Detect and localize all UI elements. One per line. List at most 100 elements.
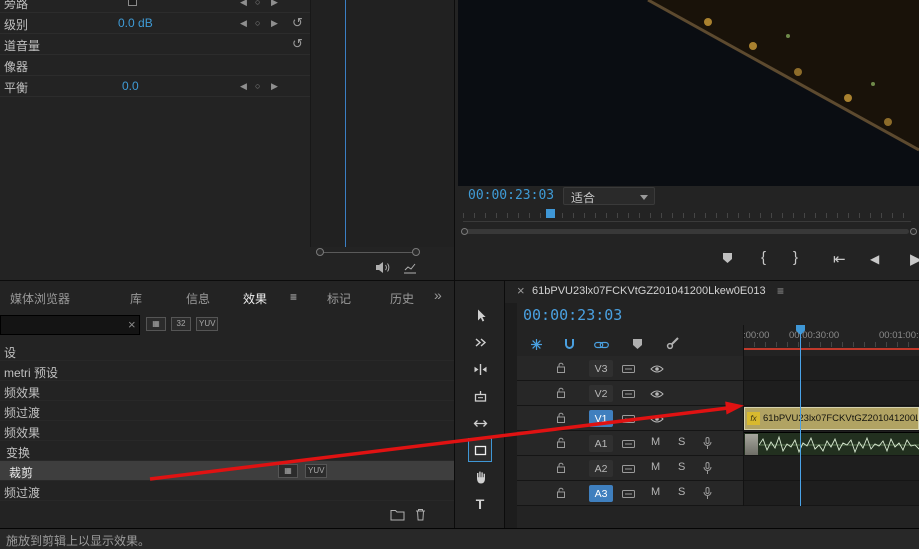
next-keyframe-icon[interactable]: ▶: [271, 18, 278, 29]
yuv-effects-badge[interactable]: YUV: [196, 317, 218, 331]
sync-lock-icon[interactable]: [622, 489, 635, 499]
monitor-playhead[interactable]: [546, 209, 555, 218]
toggle-track-output-eye-icon[interactable]: [650, 414, 664, 424]
track-select-forward-tool-icon[interactable]: [468, 330, 492, 354]
voiceover-mic-icon[interactable]: [703, 487, 712, 500]
tab-history[interactable]: 历史: [390, 290, 414, 307]
lock-icon[interactable]: [556, 412, 566, 424]
reset-param-icon[interactable]: ↺: [292, 15, 303, 31]
sync-lock-icon[interactable]: [622, 364, 635, 374]
voiceover-mic-icon[interactable]: [703, 462, 712, 475]
audio-clip-a1[interactable]: [744, 432, 919, 455]
rectangle-tool-icon[interactable]: [468, 438, 492, 462]
mark-out-icon[interactable]: }: [793, 249, 798, 266]
add-keyframe-icon[interactable]: ○: [255, 18, 260, 28]
tab-effects[interactable]: 效果: [243, 290, 267, 307]
timeline-menu-icon[interactable]: ≡: [777, 284, 784, 298]
monitor-scroll-handle-right[interactable]: [910, 228, 917, 235]
tab-info[interactable]: 信息: [186, 290, 210, 307]
monitor-ruler[interactable]: [463, 213, 911, 218]
track-target-a2[interactable]: A2: [589, 460, 613, 477]
solo-button[interactable]: S: [678, 436, 685, 448]
timeline-settings-wrench-icon[interactable]: [665, 336, 679, 350]
close-sequence-icon[interactable]: ×: [517, 283, 525, 298]
next-keyframe-icon[interactable]: ▶: [271, 81, 278, 92]
new-custom-bin-icon[interactable]: [389, 508, 405, 522]
mute-button[interactable]: M: [651, 461, 660, 473]
hand-tool-icon[interactable]: [468, 465, 492, 489]
effects-item-transform[interactable]: 变换: [0, 441, 455, 461]
linked-selection-icon[interactable]: [593, 339, 609, 350]
lock-icon[interactable]: [556, 387, 566, 399]
accelerated-effects-badge[interactable]: ▦: [146, 317, 166, 331]
ec-zoom-handle-left[interactable]: [316, 248, 324, 256]
type-tool-icon[interactable]: T: [468, 492, 492, 516]
solo-button[interactable]: S: [678, 486, 685, 498]
track-target-v2[interactable]: V2: [589, 385, 613, 402]
effects-item-lumetri-presets[interactable]: metri 预设: [0, 361, 455, 381]
reset-param-icon[interactable]: ↺: [292, 36, 303, 52]
level-value[interactable]: 0.0 dB: [118, 16, 153, 30]
voiceover-mic-icon[interactable]: [703, 437, 712, 450]
effects-item-crop[interactable]: 裁剪 ▦ YUV: [0, 461, 455, 481]
lock-icon[interactable]: [556, 462, 566, 474]
timeline-timecode[interactable]: 00:00:23:03: [523, 306, 622, 324]
slip-tool-icon[interactable]: [468, 411, 492, 435]
lane-a3[interactable]: [743, 481, 919, 506]
ec-zoom-handle-right[interactable]: [412, 248, 420, 256]
effects-item-audio-transitions[interactable]: 频过渡: [0, 401, 455, 421]
add-marker-icon[interactable]: [721, 251, 734, 264]
toggle-track-output-eye-icon[interactable]: [650, 364, 664, 374]
zoom-select[interactable]: 适合: [563, 187, 655, 205]
play-button-icon[interactable]: ▶: [910, 250, 919, 268]
toggle-audio-units-icon[interactable]: [402, 261, 418, 275]
32bit-effects-badge[interactable]: 32: [171, 317, 191, 331]
tab-markers[interactable]: 标记: [327, 290, 351, 307]
effects-item-presets[interactable]: 设: [0, 341, 455, 361]
sync-lock-icon[interactable]: [622, 439, 635, 449]
goto-in-icon[interactable]: ⇤: [833, 250, 846, 268]
next-keyframe-icon[interactable]: ▶: [271, 0, 278, 8]
sequence-tab-title[interactable]: 61bPVU23lx07FCKVtGZ201041200Lkew0E013: [532, 285, 766, 297]
effects-search-input[interactable]: [0, 315, 140, 335]
tab-libraries[interactable]: 库: [130, 290, 142, 307]
snap-magnet-icon[interactable]: [562, 337, 576, 351]
ripple-edit-tool-icon[interactable]: [468, 357, 492, 381]
toggle-track-output-eye-icon[interactable]: [650, 389, 664, 399]
solo-button[interactable]: S: [678, 461, 685, 473]
step-back-icon[interactable]: ◀: [870, 252, 879, 266]
lane-v3[interactable]: [743, 356, 919, 381]
mark-in-icon[interactable]: {: [761, 249, 766, 266]
effects-item-video-transitions[interactable]: 频过渡: [0, 481, 455, 501]
effect-timeline-playhead[interactable]: [345, 0, 346, 247]
sync-lock-icon[interactable]: [622, 414, 635, 424]
timeline-playhead-line[interactable]: [800, 333, 801, 506]
ec-zoom-bar[interactable]: [322, 252, 418, 253]
mute-button[interactable]: M: [651, 486, 660, 498]
track-target-v1[interactable]: V1: [589, 410, 613, 427]
track-target-a1[interactable]: A1: [589, 435, 613, 452]
monitor-scrollbar[interactable]: [465, 229, 909, 234]
lock-icon[interactable]: [556, 437, 566, 449]
sync-lock-icon[interactable]: [622, 389, 635, 399]
track-target-a3[interactable]: A3: [589, 485, 613, 502]
lock-icon[interactable]: [556, 362, 566, 374]
add-keyframe-icon[interactable]: ○: [255, 0, 260, 7]
lane-a2[interactable]: [743, 456, 919, 481]
bypass-checkbox[interactable]: [128, 0, 137, 6]
tab-media-browser[interactable]: 媒体浏览器: [10, 290, 70, 307]
selection-tool-icon[interactable]: [468, 303, 492, 327]
video-clip-v1[interactable]: fx 61bPVU23lx07FCKVtGZ201041200Lkew0E013: [744, 407, 919, 430]
mute-button[interactable]: M: [651, 436, 660, 448]
add-marker-icon[interactable]: [631, 337, 643, 350]
effects-item-audio-effects[interactable]: 频效果: [0, 381, 455, 401]
play-audio-icon[interactable]: [374, 260, 392, 275]
prev-keyframe-icon[interactable]: ◀: [240, 81, 247, 92]
balance-value[interactable]: 0.0: [122, 79, 139, 93]
track-target-v3[interactable]: V3: [589, 360, 613, 377]
prev-keyframe-icon[interactable]: ◀: [240, 0, 247, 8]
program-timecode[interactable]: 00:00:23:03: [468, 188, 554, 203]
razor-tool-icon[interactable]: [468, 384, 492, 408]
prev-keyframe-icon[interactable]: ◀: [240, 18, 247, 29]
monitor-scroll-handle-left[interactable]: [461, 228, 468, 235]
